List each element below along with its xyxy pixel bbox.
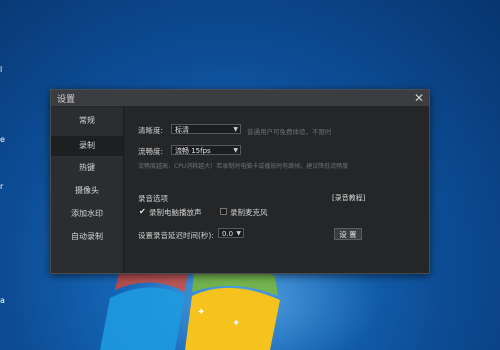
checkmark-icon[interactable]: ✔	[139, 208, 146, 216]
desktop-icon-label[interactable]: e	[0, 136, 5, 144]
setup-button[interactable]: 设 置	[334, 228, 362, 240]
sidebar-item-watermark[interactable]: 添加水印	[51, 204, 123, 224]
sidebar-item-hotkeys[interactable]: 热键	[51, 158, 123, 178]
record-mic-checkbox[interactable]	[220, 208, 227, 215]
clarity-label: 清晰度:	[138, 126, 164, 135]
desktop-icon-label[interactable]: r	[0, 183, 3, 191]
settings-sidebar: 常规 录制 热键 摄像头 添加水印 自动录制	[51, 107, 124, 273]
fluency-select-value: 流畅 15fps	[175, 147, 211, 155]
clarity-select-value: 标清	[175, 126, 189, 134]
sidebar-item-general[interactable]: 常规	[51, 111, 123, 131]
desktop-icon-label[interactable]: l	[0, 66, 2, 74]
sparkle-icon: ✦	[197, 307, 206, 318]
record-system-sound-label[interactable]: 录制电脑播放声	[149, 207, 202, 218]
sidebar-item-recording[interactable]: 录制	[51, 136, 123, 156]
close-icon[interactable]: ✕	[412, 90, 426, 106]
chevron-down-icon: ▼	[233, 147, 238, 154]
desktop-icon-label[interactable]: a	[0, 297, 5, 305]
sidebar-item-camera[interactable]: 摄像头	[51, 181, 123, 201]
delay-select-value: 0.0	[222, 230, 234, 238]
fluency-select[interactable]: 流畅 15fps ▼	[171, 145, 241, 155]
settings-dialog: 设置 ✕ 常规 录制 热键 摄像头 添加水印 自动录制 清晰度: 标清 ▼ 普通…	[50, 89, 430, 274]
clarity-hint: 普通用户可免费体验，不限时	[247, 128, 332, 136]
sparkle-icon: ✦	[232, 318, 241, 329]
audio-tutorial-link[interactable]: [录音教程]	[332, 193, 365, 203]
audio-section-label: 录音选项	[138, 194, 168, 203]
delay-select[interactable]: 0.0 ▼	[218, 228, 244, 238]
settings-panel: 清晰度: 标清 ▼ 普通用户可免费体验，不限时 流畅度: 流畅 15fps ▼ …	[124, 107, 429, 273]
clarity-select[interactable]: 标清 ▼	[171, 124, 241, 134]
record-mic-label[interactable]: 录制麦克风	[230, 207, 268, 218]
chevron-down-icon: ▼	[236, 230, 241, 237]
delay-label: 设置录音延迟时间(秒):	[138, 231, 214, 240]
chevron-down-icon: ▼	[233, 126, 238, 133]
dialog-title: 设置	[57, 95, 76, 105]
fluency-label: 流畅度:	[138, 147, 164, 156]
sidebar-item-auto-record[interactable]: 自动录制	[51, 227, 123, 247]
dialog-titlebar[interactable]: 设置 ✕	[51, 90, 429, 106]
fluency-hint: 流畅度越高，CPU消耗越大）若录制时电脑卡或播放时有跳帧，建议降低流畅度	[138, 163, 349, 170]
